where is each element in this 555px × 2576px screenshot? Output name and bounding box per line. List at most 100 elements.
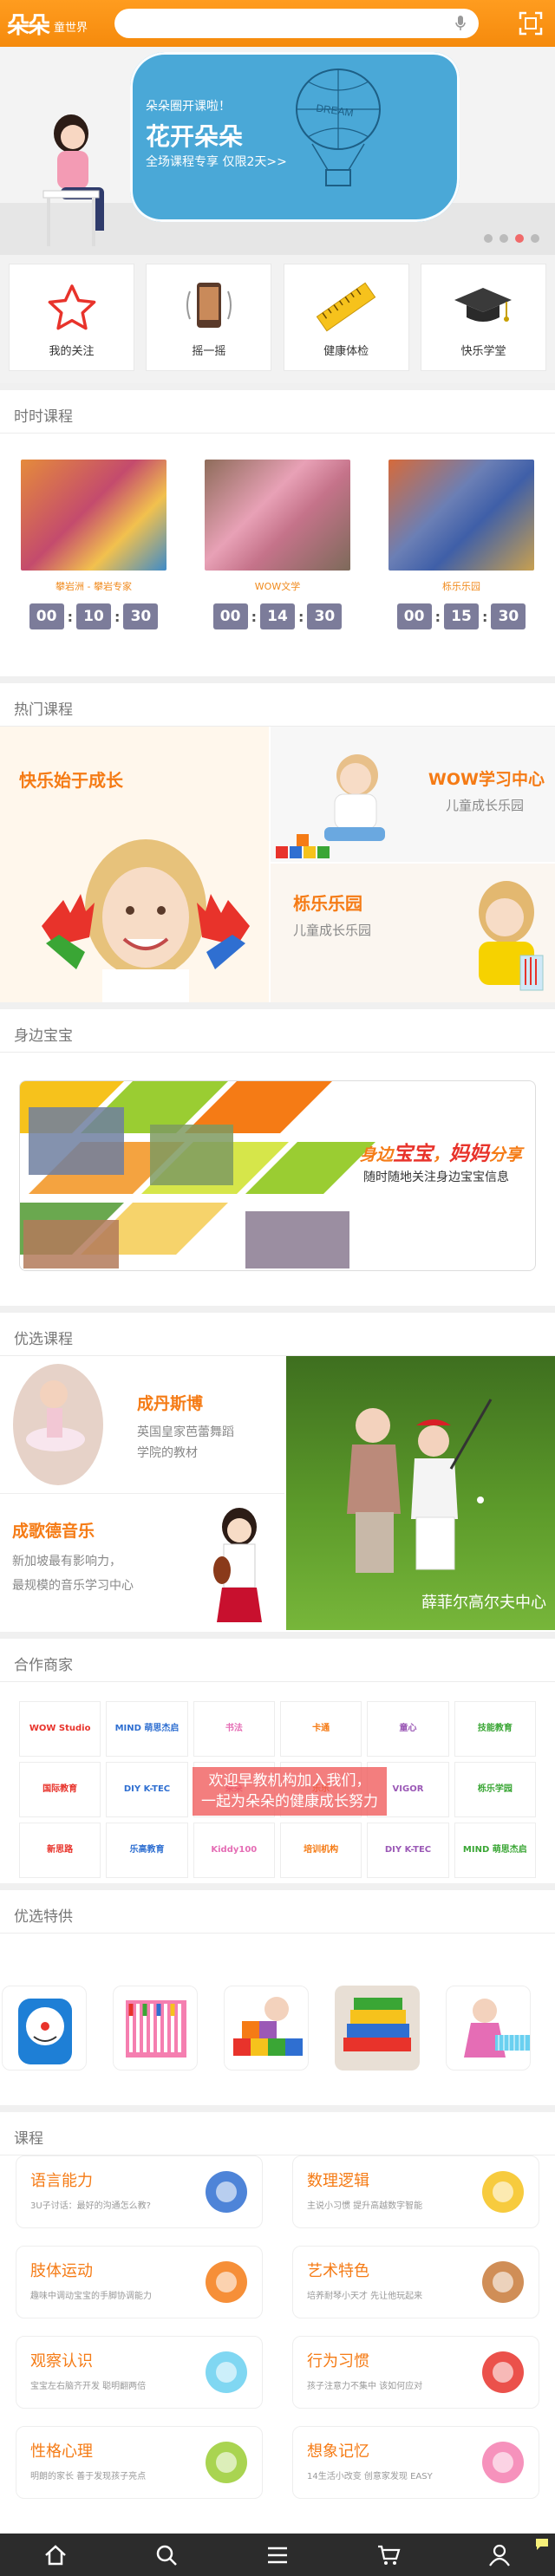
- logo[interactable]: 朵朵 童世界: [7, 8, 88, 40]
- tab-menu[interactable]: [222, 2534, 333, 2576]
- preferred-course-card[interactable]: 成丹斯博 英国皇家芭蕾舞蹈 学院的教材: [0, 1356, 284, 1491]
- palette-icon: [482, 2171, 524, 2213]
- partner-logo[interactable]: 栎乐学园: [454, 1762, 536, 1817]
- timed-course-card[interactable]: WOW文学 00: 14: 30: [205, 460, 350, 629]
- golf-kids-illustration: [347, 1399, 493, 1573]
- course-caption: 攀岩洲 - 攀岩专家: [56, 581, 132, 592]
- preferred-course-card[interactable]: 成歌德音乐 新加坡最有影响力， 最规模的音乐学习中心: [0, 1493, 284, 1630]
- hot-course-main[interactable]: 快乐始于成长: [0, 727, 269, 1002]
- course-category-card[interactable]: 肢体运动 趣味中调动宝宝的手脚协调能力: [16, 2246, 263, 2318]
- quick-link-shake[interactable]: 摇一摇: [146, 264, 272, 371]
- course-category-card[interactable]: 性格心理 明朗的家长 善于发现孩子亮点: [16, 2426, 263, 2499]
- logo-subtitle: 童世界: [54, 21, 88, 35]
- toys-icon: [206, 2351, 247, 2393]
- hot-item-title: 栎乐乐园: [293, 893, 362, 914]
- banner-subtitle: 朵朵圈开课啦！: [146, 100, 231, 114]
- partner-logo[interactable]: MIND 萌思杰启: [454, 1823, 536, 1878]
- piano-girl-icon: [464, 1999, 530, 2058]
- special-offers: [0, 1934, 555, 2107]
- phone-shake-icon: [186, 283, 232, 328]
- home-icon: [45, 2544, 66, 2565]
- nearby-title-part: 宝宝: [393, 1143, 434, 1165]
- course-photo: [388, 460, 534, 571]
- hot-item-subtitle: 儿童成长乐园: [445, 798, 524, 813]
- countdown-timer: 00: 15: 30: [388, 603, 534, 629]
- special-offer-card[interactable]: [446, 1986, 531, 2071]
- microphone-icon[interactable]: [454, 15, 467, 32]
- section-title-timed: 时时课程: [0, 383, 555, 434]
- nearby-title-part: 分享: [489, 1145, 523, 1164]
- tab-cart[interactable]: [333, 2534, 444, 2576]
- nearby-banner[interactable]: 身边宝宝，妈妈分享 随时随地关注身边宝宝信息: [19, 1080, 536, 1271]
- partner-invite-banner[interactable]: 欢迎早教机构加入我们， 一起为朵朵的健康成长努力: [193, 1767, 387, 1816]
- course-category-card[interactable]: 想象记忆 14生活小改变 创意家发现 EASY: [292, 2426, 539, 2499]
- course-category-card[interactable]: 观察认识 宝宝左右脑齐开发 聪明翻两倍: [16, 2336, 263, 2409]
- tab-search[interactable]: [111, 2534, 222, 2576]
- search-input[interactable]: [114, 9, 479, 38]
- quick-link-school[interactable]: 快乐学堂: [420, 264, 546, 371]
- carousel-dot-active[interactable]: [515, 234, 524, 243]
- course-category-card[interactable]: 数理逻辑 主说小习惯 提升高越数字智能: [292, 2155, 539, 2228]
- partner-logo[interactable]: 培训机构: [280, 1823, 362, 1878]
- timer-seconds: 30: [491, 603, 526, 629]
- carousel-dot[interactable]: [484, 234, 493, 243]
- partner-logo[interactable]: DIY K-TEC: [367, 1823, 449, 1878]
- tab-user[interactable]: [444, 2534, 555, 2576]
- special-offer-card[interactable]: [335, 1986, 420, 2071]
- quick-link-follow[interactable]: 我的关注: [9, 264, 134, 371]
- alarm-clock-icon: [482, 2351, 524, 2393]
- nearby-title-part: 妈妈: [449, 1143, 490, 1165]
- partner-logo[interactable]: 乐高教育: [106, 1823, 188, 1878]
- course-category-card[interactable]: 行为习惯 孩子注意力不集中 该如何应对: [292, 2336, 539, 2409]
- child-painted-hands-illustration: [42, 839, 250, 1002]
- special-offer-card[interactable]: [224, 1986, 309, 2071]
- course-category-card[interactable]: 语言能力 3U子讨话：最好的沟通怎么教?: [16, 2155, 263, 2228]
- preferred-desc-line: 新加坡最有影响力，: [12, 1555, 121, 1568]
- course-caption: 栎乐乐园: [442, 581, 480, 592]
- course-category-card[interactable]: 艺术特色 培养耐琴小天才 先让他玩起来: [292, 2246, 539, 2318]
- partner-logo[interactable]: MIND 萌思杰启: [106, 1701, 188, 1757]
- basketball-icon: [206, 2261, 247, 2303]
- headphones-icon: [206, 2171, 247, 2213]
- partner-logo[interactable]: 书法: [193, 1701, 275, 1757]
- partner-logo[interactable]: 国际教育: [19, 1762, 101, 1817]
- feature-caption: 薛菲尔高尔夫中心: [421, 1594, 546, 1612]
- ballet-girl-illustration: [13, 1364, 103, 1485]
- promo-banner[interactable]: DREAM 朵朵圈开课啦！ 花开朵朵 全场课程专享 仅限2天>>: [0, 47, 555, 255]
- hot-course-card[interactable]: WOW学习中心 儿童成长乐园: [271, 727, 555, 862]
- timer-minutes: 15: [444, 603, 479, 629]
- timed-course-card[interactable]: 栎乐乐园 00: 15: 30: [388, 460, 534, 629]
- special-offer-list: [0, 1986, 531, 2071]
- carousel-dot[interactable]: [531, 234, 539, 243]
- carousel-dots[interactable]: [484, 234, 539, 243]
- scan-qr-icon[interactable]: [519, 11, 543, 36]
- nearby-title-part: ，: [433, 1145, 450, 1164]
- tab-home[interactable]: [0, 2534, 111, 2576]
- section-title-hot: 热门课程: [0, 676, 555, 727]
- partner-logo[interactable]: DIY K-TEC: [106, 1762, 188, 1817]
- hot-item-subtitle: 儿童成长乐园: [293, 923, 372, 938]
- special-offer-card[interactable]: [113, 1986, 198, 2071]
- quick-link-label: 摇一摇: [192, 345, 226, 358]
- preferred-feature-card[interactable]: 薛菲尔高尔夫中心: [286, 1356, 555, 1630]
- partner-logo[interactable]: Kiddy100: [193, 1823, 275, 1878]
- timed-course-card[interactable]: 攀岩洲 - 攀岩专家 00: 10: 30: [21, 460, 166, 629]
- quick-link-health[interactable]: 健康体检: [283, 264, 409, 371]
- preferred-desc: 新加坡最有影响力， 最规模的音乐学习中心: [12, 1549, 134, 1598]
- hot-courses: 快乐始于成长 WOW学习中心 儿童成长乐园 栎乐乐园 儿童成长乐园: [0, 727, 555, 1002]
- timer-hours: 00: [396, 603, 432, 629]
- partner-logo[interactable]: 技能教育: [454, 1701, 536, 1757]
- hot-course-card[interactable]: 栎乐乐园 儿童成长乐园: [271, 864, 555, 1002]
- partner-logo[interactable]: WOW Studio: [19, 1701, 101, 1757]
- course-categories: 语言能力 3U子讨话：最好的沟通怎么教? 数理逻辑 主说小习惯 提升高越数字智能 肢体运…: [0, 2105, 555, 2530]
- section-title-partners: 合作商家: [0, 1632, 555, 1682]
- partner-logo[interactable]: 卡通: [280, 1701, 362, 1757]
- section-title-preferred: 优选课程: [0, 1306, 555, 1356]
- partner-logo[interactable]: 童心: [367, 1701, 449, 1757]
- chat-bubble-icon[interactable]: [534, 2537, 550, 2551]
- graduation-cap-icon: [454, 288, 513, 322]
- banner-promo[interactable]: 全场课程专享 仅限2天>>: [146, 153, 287, 170]
- carousel-dot[interactable]: [500, 234, 508, 243]
- partner-logo[interactable]: 新思路: [19, 1823, 101, 1878]
- special-offer-card[interactable]: [2, 1986, 87, 2071]
